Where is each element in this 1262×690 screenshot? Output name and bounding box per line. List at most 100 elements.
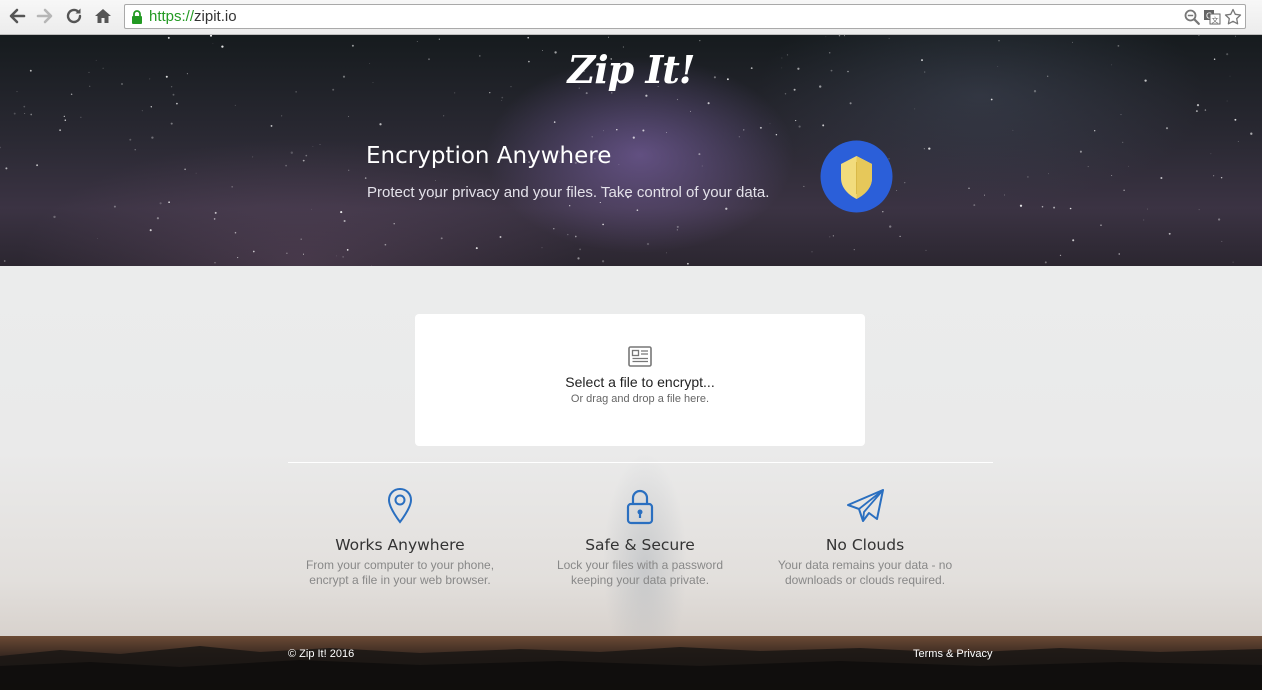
hero-title: Encryption Anywhere (366, 143, 612, 169)
star-dot (302, 159, 305, 162)
star-dot (5, 167, 8, 170)
star-dot (577, 257, 580, 260)
star-dot (501, 96, 504, 99)
star-dot (36, 164, 39, 167)
star-dot (156, 217, 160, 220)
star-dot (80, 116, 82, 118)
star-dot (312, 146, 314, 147)
feature-no-clouds: No Clouds Your data remains your data - … (750, 486, 980, 588)
star-dot (990, 98, 993, 101)
star-dot (1071, 41, 1073, 43)
star-dot (1226, 100, 1228, 102)
star-dot (984, 194, 985, 196)
star-dot (214, 211, 217, 214)
star-dot (64, 119, 67, 121)
translate-icon[interactable]: G 文 (1203, 8, 1221, 26)
star-dot (611, 92, 613, 94)
hero-section: Zip It! Encryption Anywhere Protect your… (0, 35, 1262, 266)
star-icon[interactable] (1224, 8, 1242, 26)
star-dot (489, 92, 491, 94)
star-dot (159, 202, 162, 205)
star-dot (319, 144, 321, 145)
file-dropzone[interactable]: Select a file to encrypt... Or drag and … (415, 314, 865, 446)
paper-plane-icon (847, 489, 884, 522)
home-icon[interactable] (92, 5, 114, 27)
star-dot (384, 243, 387, 246)
star-dot (553, 121, 556, 123)
star-dot (798, 125, 801, 128)
site-logo[interactable]: Zip It! (0, 47, 1262, 92)
star-dot (811, 251, 813, 253)
star-dot (1100, 224, 1102, 226)
back-arrow-icon[interactable] (6, 5, 28, 27)
star-dot (1204, 109, 1207, 111)
star-dot (1069, 207, 1072, 210)
star-dot (23, 105, 26, 108)
star-dot (1041, 205, 1044, 208)
star-dot (149, 229, 152, 232)
star-dot (305, 154, 308, 157)
star-dot (699, 40, 701, 42)
star-dot (141, 110, 143, 112)
terms-privacy-link[interactable]: Terms & Privacy (913, 648, 992, 660)
star-dot (170, 122, 173, 125)
star-dot (585, 92, 588, 95)
copyright-text: © Zip It! 2016 (288, 648, 355, 660)
star-dot (602, 223, 604, 226)
padlock-icon (626, 489, 654, 525)
feature-description: Your data remains your data - no downloa… (777, 558, 953, 587)
svg-text:文: 文 (1212, 16, 1219, 25)
star-dot (1160, 176, 1163, 180)
forward-arrow-icon[interactable] (34, 5, 56, 27)
star-dot (172, 93, 175, 96)
star-dot (853, 249, 855, 251)
star-dot (775, 133, 778, 136)
star-dot (599, 201, 601, 204)
star-dot (213, 218, 216, 220)
star-dot (838, 35, 841, 37)
star-dot (438, 38, 440, 40)
star-dot (30, 113, 33, 116)
star-dot (167, 36, 170, 39)
star-dot (1053, 206, 1056, 209)
star-dot (832, 235, 834, 237)
star-dot (569, 205, 571, 207)
star-dot (896, 190, 898, 192)
star-dot (784, 93, 787, 95)
star-dot (501, 100, 503, 101)
star-dot (889, 225, 892, 228)
star-dot (1220, 176, 1223, 179)
star-dot (904, 182, 906, 184)
star-dot (803, 185, 805, 187)
star-dot (666, 252, 667, 254)
star-dot (1235, 35, 1236, 37)
star-dot (645, 94, 648, 97)
star-dot (234, 104, 236, 106)
star-dot (1111, 174, 1113, 176)
star-dot (553, 227, 555, 230)
star-dot (1237, 141, 1239, 143)
star-dot (1143, 219, 1145, 221)
star-dot (1027, 176, 1029, 178)
star-dot (567, 233, 569, 236)
star-dot (343, 219, 346, 223)
map-pin-icon (387, 487, 413, 524)
star-dot (849, 102, 852, 105)
star-dot (632, 136, 635, 139)
zoom-icon[interactable] (1183, 8, 1201, 26)
dropzone-subtitle: Or drag and drop a file here. (570, 393, 710, 405)
star-dot (1122, 141, 1124, 144)
address-bar[interactable]: https://zipit.io G 文 (124, 4, 1246, 29)
page-footer: © Zip It! 2016 Terms & Privacy (0, 636, 1262, 690)
shield-icon (820, 140, 893, 213)
star-dot (440, 237, 443, 240)
star-dot (347, 115, 350, 118)
star-dot (698, 153, 701, 156)
star-dot (1012, 129, 1014, 131)
star-dot (1019, 204, 1023, 207)
star-dot (59, 129, 62, 132)
star-dot (1004, 194, 1005, 196)
reload-icon[interactable] (63, 5, 85, 27)
main-section: Select a file to encrypt... Or drag and … (0, 266, 1262, 636)
star-dot (676, 225, 679, 228)
